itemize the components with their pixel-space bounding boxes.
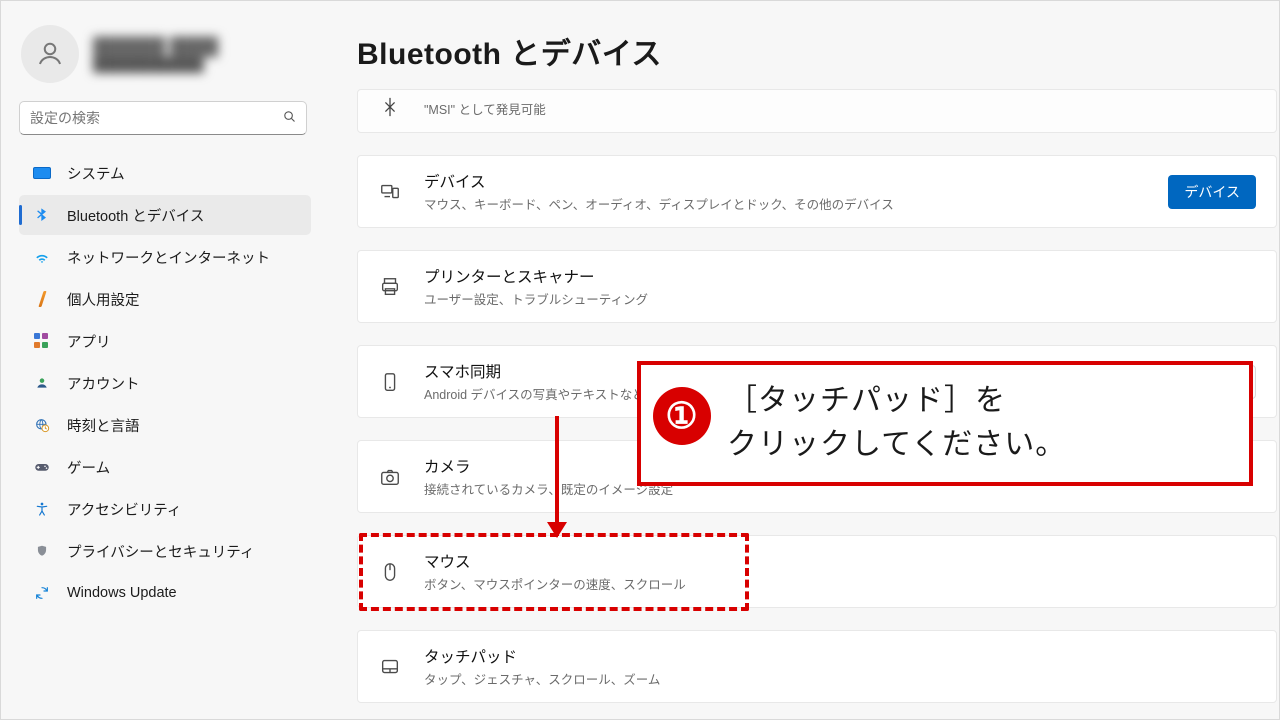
open-phone-link-button[interactable]: スマホ同期を bbox=[1142, 365, 1256, 399]
sidebar-item-personalization[interactable]: 個人用設定 bbox=[19, 279, 311, 319]
card-subtitle: Android デバイスの写真やテキストなどにすばやくアクセスできます bbox=[424, 384, 807, 403]
sidebar-item-time-language[interactable]: 時刻と言語 bbox=[19, 405, 311, 445]
card-subtitle: ボタン、マウスポインターの速度、スクロール bbox=[424, 574, 686, 593]
sidebar-item-label: ネットワークとインターネット bbox=[67, 247, 270, 268]
touchpad-icon bbox=[378, 656, 402, 678]
card-subtitle: マウス、キーボード、ペン、オーディオ、ディスプレイとドック、その他のデバイス bbox=[424, 194, 894, 213]
sidebar-item-label: アカウント bbox=[67, 373, 140, 394]
user-sub: ████████████ bbox=[93, 57, 218, 72]
wifi-icon bbox=[33, 248, 51, 266]
card-subtitle: "MSI" として発見可能 bbox=[424, 99, 546, 118]
sidebar-item-label: 時刻と言語 bbox=[67, 415, 140, 436]
sidebar-item-gaming[interactable]: ゲーム bbox=[19, 447, 311, 487]
sidebar-item-label: ゲーム bbox=[67, 457, 110, 478]
sidebar-item-label: システム bbox=[67, 163, 125, 184]
card-mouse[interactable]: マウス ボタン、マウスポインターの速度、スクロール bbox=[357, 535, 1277, 608]
settings-card-list: "MSI" として発見可能 デバイス マウス、キーボード、ペン、オーディオ、ディ… bbox=[357, 89, 1277, 719]
card-touchpad[interactable]: タッチパッド タップ、ジェスチャ、スクロール、ズーム bbox=[357, 630, 1277, 703]
card-title: カメラ bbox=[424, 455, 673, 477]
sidebar-item-label: 個人用設定 bbox=[67, 289, 140, 310]
globe-clock-icon bbox=[33, 417, 51, 433]
user-account-row[interactable]: ██████ ████ ████████████ bbox=[19, 19, 311, 101]
user-name: ██████ ████ bbox=[93, 37, 218, 57]
card-subtitle: タップ、ジェスチャ、スクロール、ズーム bbox=[424, 669, 660, 688]
add-device-button[interactable]: デバイス bbox=[1168, 175, 1256, 209]
sidebar-item-label: Windows Update bbox=[67, 585, 177, 601]
card-discoverable[interactable]: "MSI" として発見可能 bbox=[357, 89, 1277, 133]
card-title: デバイス bbox=[424, 170, 894, 192]
card-title: タッチパッド bbox=[424, 645, 660, 667]
sidebar-item-accounts[interactable]: アカウント bbox=[19, 363, 311, 403]
user-info-blurred: ██████ ████ ████████████ bbox=[93, 37, 218, 72]
page-title: Bluetooth とデバイス bbox=[357, 29, 1279, 73]
card-subtitle: 接続されているカメラ、既定のイメージ設定 bbox=[424, 479, 673, 498]
nav-list: システム Bluetooth とデバイス ネットワークとインターネット 個人用設… bbox=[19, 153, 311, 613]
sidebar-item-system[interactable]: システム bbox=[19, 153, 311, 193]
mouse-icon bbox=[378, 561, 402, 583]
account-icon bbox=[33, 375, 51, 391]
display-icon bbox=[33, 167, 51, 179]
card-title: プリンターとスキャナー bbox=[424, 265, 648, 287]
sidebar-item-bluetooth[interactable]: Bluetooth とデバイス bbox=[19, 195, 311, 235]
sidebar-item-label: アクセシビリティ bbox=[67, 499, 181, 520]
brush-icon bbox=[33, 291, 51, 307]
phone-icon bbox=[378, 371, 402, 393]
main-content: Bluetooth とデバイス "MSI" として発見可能 デバイス マウス、キ… bbox=[321, 1, 1279, 719]
printer-icon bbox=[378, 276, 402, 298]
sidebar-item-label: プライバシーとセキュリティ bbox=[67, 541, 254, 562]
card-devices[interactable]: デバイス マウス、キーボード、ペン、オーディオ、ディスプレイとドック、その他のデ… bbox=[357, 155, 1277, 228]
settings-window: ██████ ████ ████████████ システム Bluetooth … bbox=[0, 0, 1280, 720]
update-icon bbox=[33, 585, 51, 601]
sidebar-item-network[interactable]: ネットワークとインターネット bbox=[19, 237, 311, 277]
apps-icon bbox=[33, 333, 51, 349]
devices-icon bbox=[378, 181, 402, 203]
accessibility-icon bbox=[33, 501, 51, 517]
gamepad-icon bbox=[33, 458, 51, 476]
bluetooth-small-icon bbox=[378, 96, 402, 118]
card-title: スマホ同期 bbox=[424, 360, 807, 382]
shield-icon bbox=[33, 543, 51, 559]
sidebar-item-windows-update[interactable]: Windows Update bbox=[19, 573, 311, 613]
card-title: マウス bbox=[424, 550, 686, 572]
person-icon bbox=[35, 39, 65, 69]
card-camera[interactable]: カメラ 接続されているカメラ、既定のイメージ設定 bbox=[357, 440, 1277, 513]
card-subtitle: ユーザー設定、トラブルシューティング bbox=[424, 289, 648, 308]
sidebar-item-label: Bluetooth とデバイス bbox=[67, 205, 204, 226]
sidebar-item-label: アプリ bbox=[67, 331, 111, 352]
card-printers[interactable]: プリンターとスキャナー ユーザー設定、トラブルシューティング bbox=[357, 250, 1277, 323]
sidebar-item-accessibility[interactable]: アクセシビリティ bbox=[19, 489, 311, 529]
sidebar-item-privacy[interactable]: プライバシーとセキュリティ bbox=[19, 531, 311, 571]
card-phone-link[interactable]: スマホ同期 Android デバイスの写真やテキストなどにすばやくアクセスできま… bbox=[357, 345, 1277, 418]
search-field-wrap bbox=[19, 101, 307, 135]
search-input[interactable] bbox=[19, 101, 307, 135]
camera-icon bbox=[378, 466, 402, 488]
avatar bbox=[21, 25, 79, 83]
search-icon bbox=[282, 109, 297, 127]
sidebar-item-apps[interactable]: アプリ bbox=[19, 321, 311, 361]
bluetooth-icon bbox=[33, 207, 51, 223]
sidebar: ██████ ████ ████████████ システム Bluetooth … bbox=[1, 1, 321, 719]
